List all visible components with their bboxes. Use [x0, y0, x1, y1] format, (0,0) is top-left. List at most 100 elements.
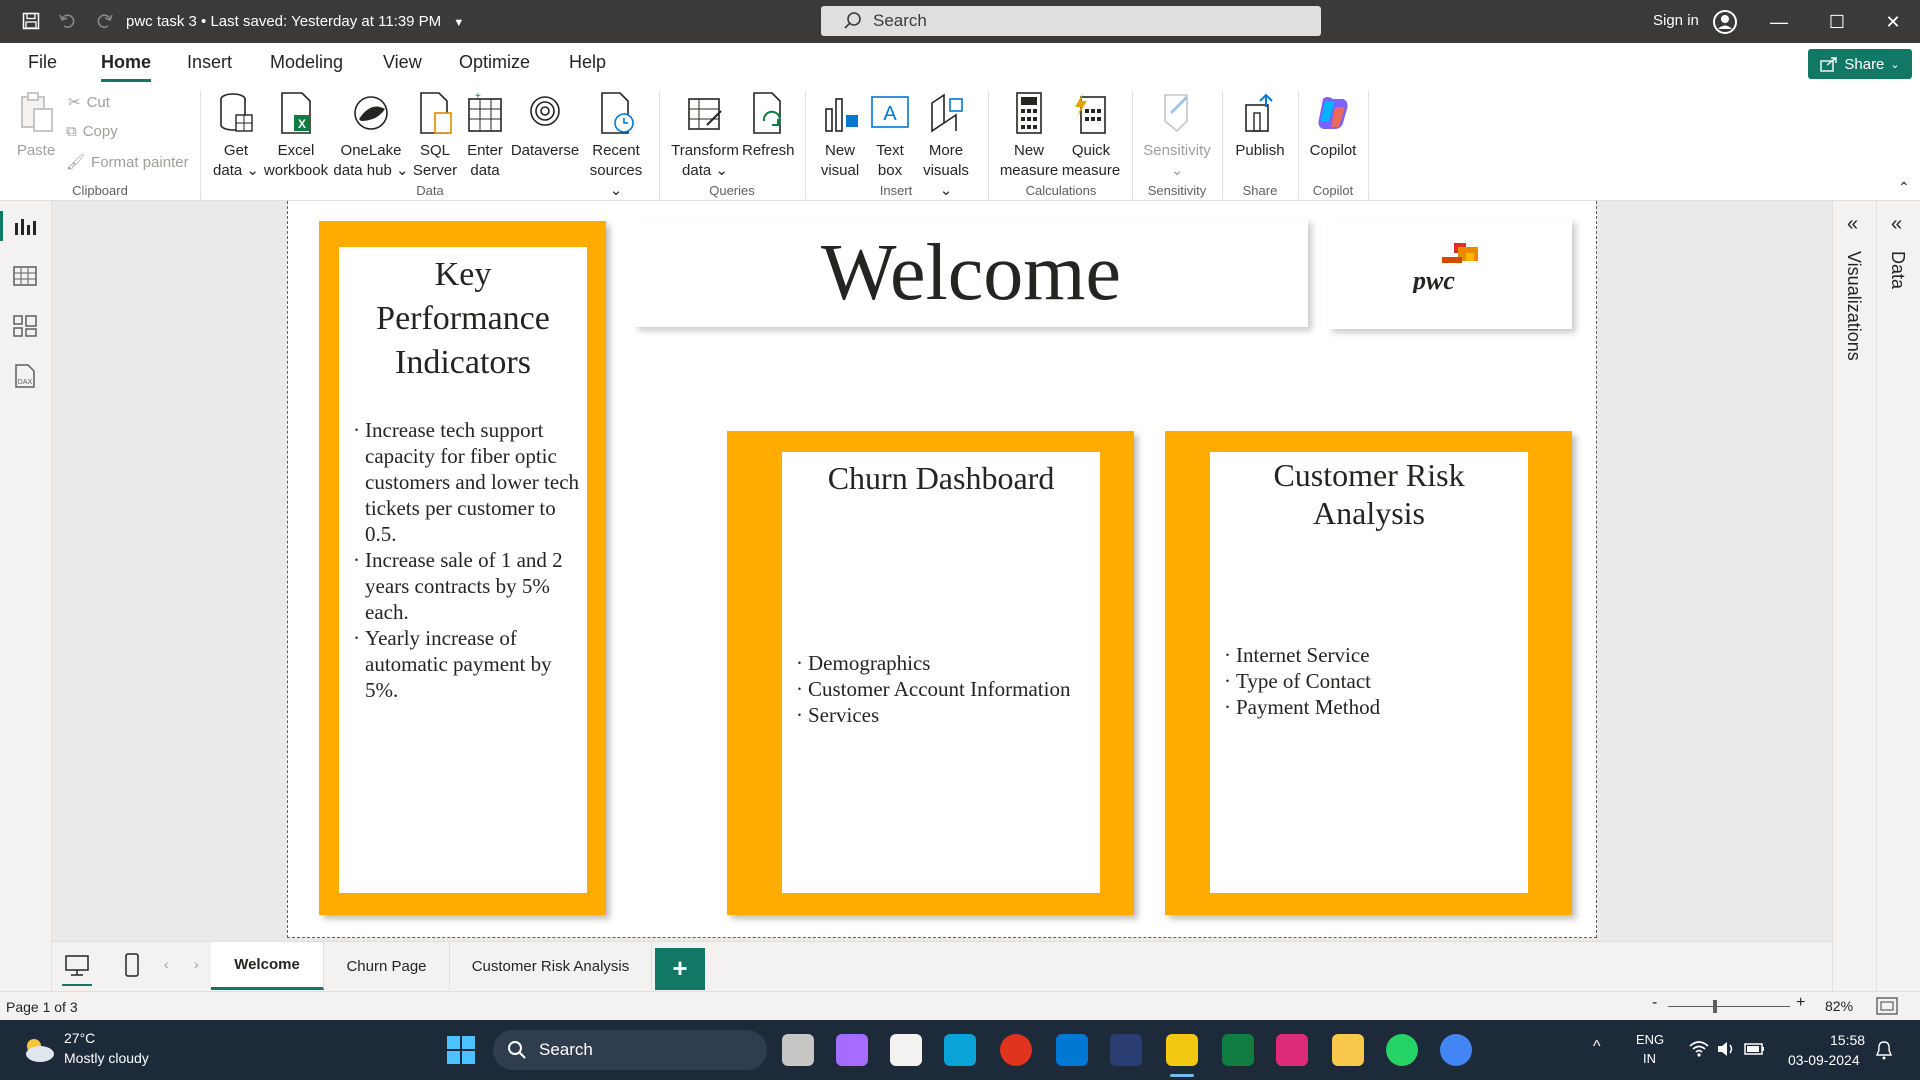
format-painter-button[interactable]: 🖌 Format painter: [66, 153, 189, 172]
tab-welcome[interactable]: Welcome: [211, 942, 324, 990]
group-label-queries: Queries: [709, 183, 755, 198]
tab-help[interactable]: Help: [569, 52, 606, 73]
next-page-icon[interactable]: ›: [194, 956, 199, 972]
report-page[interactable]: Key Performance Indicators Increase tech…: [287, 201, 1597, 938]
report-view-icon[interactable]: [12, 213, 38, 239]
prev-page-icon[interactable]: ‹: [164, 956, 169, 972]
zoom-slider[interactable]: [1668, 1006, 1790, 1007]
cut-button[interactable]: ✂ Cut: [68, 93, 110, 112]
churn-title: Churn Dashboard: [827, 460, 1055, 496]
dataverse-button[interactable]: Dataverse: [510, 91, 580, 161]
notification-bell-icon[interactable]: [1876, 1040, 1892, 1060]
add-page-button[interactable]: +: [655, 948, 705, 990]
transform-data-button[interactable]: Transform data ⌄: [670, 91, 740, 181]
weather-temp[interactable]: 27°C: [64, 1030, 95, 1046]
quick-measure-button[interactable]: Quick measure: [1060, 91, 1122, 181]
new-measure-button[interactable]: New measure: [998, 91, 1060, 181]
mobile-layout-icon[interactable]: [124, 952, 140, 978]
battery-icon[interactable]: [1744, 1040, 1766, 1058]
clock-date[interactable]: 03-09-2024: [1788, 1052, 1860, 1068]
volume-icon[interactable]: [1716, 1040, 1738, 1058]
churn-card[interactable]: Churn Dashboard Demographics Customer Ac…: [782, 452, 1100, 893]
redo-icon[interactable]: [94, 10, 116, 32]
tab-churn-page[interactable]: Churn Page: [324, 942, 450, 990]
refresh-icon: [753, 92, 781, 134]
fit-to-page-icon[interactable]: [1876, 997, 1898, 1015]
tab-file[interactable]: File: [28, 52, 57, 73]
data-pane-collapsed[interactable]: « Data: [1877, 201, 1920, 991]
vscode-icon[interactable]: [1056, 1034, 1088, 1066]
collapse-ribbon-icon[interactable]: ⌃: [1898, 179, 1910, 196]
microsoft-store-icon[interactable]: [890, 1034, 922, 1066]
close-button[interactable]: ✕: [1878, 8, 1908, 36]
save-icon[interactable]: [20, 10, 42, 32]
model-view-icon[interactable]: [12, 313, 38, 339]
window-title[interactable]: pwc task 3 • Last saved: Yesterday at 11…: [126, 13, 464, 30]
sign-in-link[interactable]: Sign in: [1653, 12, 1699, 29]
excel-app-icon[interactable]: [1222, 1034, 1254, 1066]
file-name: pwc task 3: [126, 13, 197, 30]
copilot-button[interactable]: Copilot: [1304, 91, 1362, 161]
publish-button[interactable]: Publish: [1230, 91, 1290, 161]
language-primary[interactable]: ENG: [1636, 1032, 1664, 1047]
get-data-button[interactable]: Get data ⌄: [210, 91, 262, 181]
excel-workbook-button[interactable]: X Excel workbook: [262, 91, 330, 181]
whatsapp-icon[interactable]: [1386, 1034, 1418, 1066]
taskbar-search[interactable]: Search: [493, 1030, 767, 1070]
new-visual-icon: [825, 98, 858, 132]
undo-icon[interactable]: [56, 10, 78, 32]
account-icon[interactable]: [1712, 9, 1738, 35]
weather-desc[interactable]: Mostly cloudy: [64, 1050, 149, 1066]
wifi-icon[interactable]: [1688, 1040, 1710, 1058]
remote-desktop-icon[interactable]: [944, 1034, 976, 1066]
search-box[interactable]: Search: [821, 6, 1321, 36]
sql-server-button[interactable]: SQL Server: [412, 91, 458, 181]
tab-home[interactable]: Home: [101, 52, 152, 82]
chrome-profile-icon[interactable]: [1440, 1034, 1472, 1066]
text-box-button[interactable]: A Text box: [868, 91, 912, 181]
enter-data-button[interactable]: + Enter data: [462, 91, 508, 181]
onelake-data-hub-button[interactable]: OneLake data hub ⌄: [332, 91, 410, 181]
clock-time[interactable]: 15:58: [1830, 1032, 1865, 1048]
dax-query-view-icon[interactable]: DAX: [12, 363, 38, 389]
windows-start-icon[interactable]: [446, 1035, 476, 1065]
maximize-button[interactable]: ☐: [1822, 8, 1852, 36]
brush-icon: 🖌: [66, 154, 86, 171]
tab-insert[interactable]: Insert: [187, 52, 232, 73]
power-bi-icon[interactable]: [1166, 1034, 1198, 1066]
minimize-button[interactable]: —: [1764, 8, 1794, 36]
ssms-icon[interactable]: [1110, 1034, 1142, 1066]
instagram-icon[interactable]: [1276, 1034, 1308, 1066]
visualizations-pane-label[interactable]: Visualizations: [1843, 251, 1864, 361]
language-secondary[interactable]: IN: [1643, 1051, 1656, 1066]
zoom-level: 82%: [1825, 998, 1854, 1014]
copilot-app-icon[interactable]: [836, 1034, 868, 1066]
zoom-in-button[interactable]: +: [1796, 994, 1805, 1012]
tab-optimize[interactable]: Optimize: [459, 52, 530, 73]
risk-card[interactable]: Customer Risk Analysis Internet Service …: [1210, 452, 1528, 893]
zoom-out-button[interactable]: -: [1652, 994, 1657, 1012]
expand-pane-icon[interactable]: «: [1847, 213, 1858, 236]
desktop-layout-icon[interactable]: [64, 954, 90, 978]
chrome-icon[interactable]: [1000, 1034, 1032, 1066]
copy-button[interactable]: ⧉ Copy: [66, 123, 118, 140]
new-visual-button[interactable]: New visual: [816, 91, 864, 181]
paste-button[interactable]: Paste: [14, 91, 58, 161]
expand-pane-icon[interactable]: «: [1891, 213, 1902, 236]
file-explorer-icon[interactable]: [1332, 1034, 1364, 1066]
table-view-icon[interactable]: [12, 263, 38, 289]
show-hidden-icons[interactable]: ^: [1593, 1038, 1601, 1056]
more-visuals-button[interactable]: More visuals ⌄: [916, 91, 976, 201]
data-pane-label[interactable]: Data: [1887, 251, 1908, 289]
tab-view[interactable]: View: [383, 52, 422, 73]
tab-customer-risk-analysis[interactable]: Customer Risk Analysis: [450, 942, 652, 990]
tab-modeling[interactable]: Modeling: [270, 52, 343, 73]
share-button[interactable]: Share ⌄: [1808, 49, 1912, 79]
zoom-slider-thumb[interactable]: [1713, 1000, 1717, 1013]
sensitivity-button[interactable]: Sensitivity ⌄: [1140, 91, 1214, 181]
task-view-icon[interactable]: [782, 1034, 814, 1066]
ribbon: File Home Insert Modeling View Optimize …: [0, 43, 1920, 201]
visualizations-pane-collapsed[interactable]: « Visualizations: [1833, 201, 1877, 991]
refresh-button[interactable]: Refresh: [742, 91, 795, 161]
recent-sources-button[interactable]: Recent sources ⌄: [586, 91, 646, 201]
